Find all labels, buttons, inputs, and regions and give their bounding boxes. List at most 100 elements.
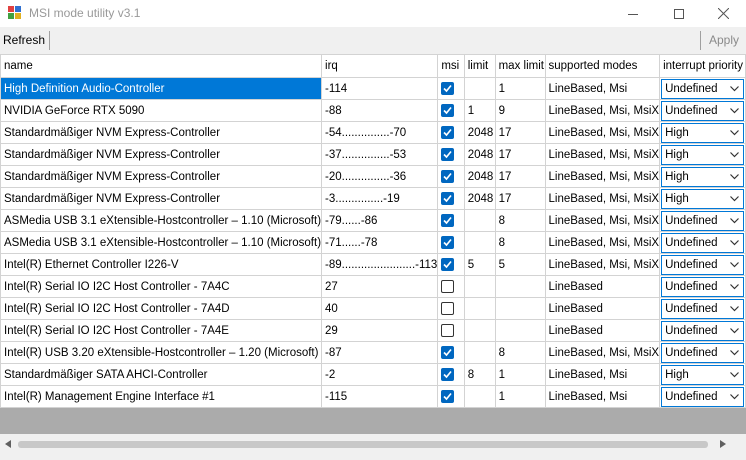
cell-name[interactable]: ASMedia USB 3.1 eXtensible-Hostcontrolle… [0,209,323,232]
priority-dropdown[interactable]: Undefined [661,254,745,275]
msi-checkbox[interactable] [441,368,455,381]
cell-name[interactable]: Intel(R) Serial IO I2C Host Controller -… [0,319,323,342]
msi-checkbox[interactable] [441,126,455,139]
table-row[interactable]: Intel(R) Serial IO I2C Host Controller -… [0,319,746,342]
cell-irq[interactable]: 40 [321,297,439,320]
cell-limit[interactable]: 8 [463,363,496,386]
cell-irq[interactable]: -54...............-70 [321,121,439,144]
cell-limit[interactable] [463,319,496,342]
column-header-name[interactable]: name [0,54,323,78]
refresh-button[interactable]: Refresh [3,33,45,47]
table-row[interactable]: ASMedia USB 3.1 eXtensible-Hostcontrolle… [0,231,746,254]
cell-irq[interactable]: -87 [321,341,439,364]
priority-dropdown[interactable]: High [661,144,745,165]
table-row[interactable]: Standardmäßiger NVM Express-Controller -5… [0,121,746,144]
cell-name[interactable]: Intel(R) USB 3.20 eXtensible-Hostcontrol… [0,341,323,364]
msi-checkbox[interactable] [441,192,455,205]
cell-name[interactable]: Standardmäßiger NVM Express-Controller [0,121,323,144]
cell-limit[interactable]: 5 [463,253,496,276]
cell-name[interactable]: NVIDIA GeForce RTX 5090 [0,99,323,122]
priority-dropdown[interactable]: Undefined [661,342,745,363]
cell-irq[interactable]: -115 [321,385,439,408]
priority-dropdown[interactable]: Undefined [661,100,745,121]
msi-checkbox[interactable] [441,104,455,117]
cell-name[interactable]: ASMedia USB 3.1 eXtensible-Hostcontrolle… [0,231,323,254]
table-row[interactable]: Standardmäßiger NVM Express-Controller -2… [0,165,746,188]
close-button[interactable] [700,0,746,27]
cell-name[interactable]: Standardmäßiger SATA AHCI-Controller [0,363,323,386]
table-row[interactable]: Intel(R) USB 3.20 eXtensible-Hostcontrol… [0,341,746,364]
cell-limit[interactable] [463,77,496,100]
cell-limit[interactable] [463,275,496,298]
cell-irq[interactable]: 27 [321,275,439,298]
maximize-button[interactable] [656,0,702,27]
msi-checkbox[interactable] [441,346,455,359]
minimize-button[interactable] [610,0,656,27]
msi-checkbox[interactable] [441,82,455,95]
cell-limit[interactable]: 2048 [463,187,496,210]
cell-limit[interactable] [463,297,496,320]
priority-dropdown[interactable]: Undefined [661,232,745,253]
msi-checkbox[interactable] [441,170,455,183]
column-header-supported-modes[interactable]: supported modes [544,54,661,78]
priority-dropdown[interactable]: Undefined [661,298,745,319]
cell-irq[interactable]: -114 [321,77,439,100]
msi-checkbox[interactable] [441,214,455,227]
cell-limit[interactable] [463,231,496,254]
msi-checkbox[interactable] [441,390,455,403]
table-row[interactable]: Intel(R) Serial IO I2C Host Controller -… [0,297,746,320]
table-row[interactable]: Standardmäßiger NVM Express-Controller -3… [0,187,746,210]
table-row[interactable]: NVIDIA GeForce RTX 5090 -88 1 9 LineBased, M… [0,99,746,122]
scroll-left-icon[interactable] [5,440,11,448]
column-header-limit[interactable]: limit [463,54,496,78]
column-header-max-limit[interactable]: max limit [494,54,546,78]
cell-name[interactable]: Intel(R) Serial IO I2C Host Controller -… [0,297,323,320]
cell-irq[interactable]: -20...............-36 [321,165,439,188]
table-row[interactable]: Intel(R) Serial IO I2C Host Controller -… [0,275,746,298]
cell-limit[interactable]: 2048 [463,121,496,144]
msi-checkbox[interactable] [441,258,455,271]
column-header-msi[interactable]: msi [437,54,465,78]
scrollbar-thumb[interactable] [18,441,708,448]
msi-checkbox[interactable] [441,236,455,249]
cell-limit[interactable] [463,341,496,364]
priority-dropdown[interactable]: Undefined [661,320,745,341]
msi-checkbox[interactable] [441,280,455,293]
cell-name[interactable]: High Definition Audio-Controller [0,77,323,100]
priority-dropdown[interactable]: High [661,188,745,209]
cell-irq[interactable]: -2 [321,363,439,386]
cell-limit[interactable]: 2048 [463,165,496,188]
cell-irq[interactable]: 29 [321,319,439,342]
msi-checkbox[interactable] [441,324,455,337]
priority-dropdown[interactable]: High [661,166,745,187]
cell-name[interactable]: Intel(R) Ethernet Controller I226-V [0,253,323,276]
apply-button[interactable]: Apply [709,33,739,47]
cell-limit[interactable]: 2048 [463,143,496,166]
msi-checkbox[interactable] [441,148,455,161]
cell-irq[interactable]: -37...............-53 [321,143,439,166]
msi-checkbox[interactable] [441,302,455,315]
cell-name[interactable]: Standardmäßiger NVM Express-Controller [0,187,323,210]
scroll-right-icon[interactable] [720,440,726,448]
priority-dropdown[interactable]: Undefined [661,276,745,297]
cell-limit[interactable]: 1 [463,99,496,122]
cell-name[interactable]: Intel(R) Management Engine Interface #1 [0,385,323,408]
cell-irq[interactable]: -71......-78 [321,231,439,254]
cell-irq[interactable]: -79......-86 [321,209,439,232]
horizontal-scrollbar[interactable] [0,434,746,460]
priority-dropdown[interactable]: Undefined [661,386,745,407]
table-row[interactable]: ASMedia USB 3.1 eXtensible-Hostcontrolle… [0,209,746,232]
priority-dropdown[interactable]: Undefined [661,78,745,99]
cell-name[interactable]: Standardmäßiger NVM Express-Controller [0,143,323,166]
table-row[interactable]: Intel(R) Management Engine Interface #1-… [0,385,746,408]
cell-irq[interactable]: -89.......................-113 [321,253,439,276]
cell-irq[interactable]: -88 [321,99,439,122]
cell-limit[interactable] [463,385,496,408]
priority-dropdown[interactable]: Undefined [661,210,745,231]
column-header-interrupt-priority[interactable]: interrupt priority [659,54,746,78]
cell-limit[interactable] [463,209,496,232]
table-row[interactable]: Standardmäßiger SATA AHCI-Controller -2 8 1… [0,363,746,386]
cell-name[interactable]: Standardmäßiger NVM Express-Controller [0,165,323,188]
cell-irq[interactable]: -3...............-19 [321,187,439,210]
table-row[interactable]: Intel(R) Ethernet Controller I226-V -89..… [0,253,746,276]
